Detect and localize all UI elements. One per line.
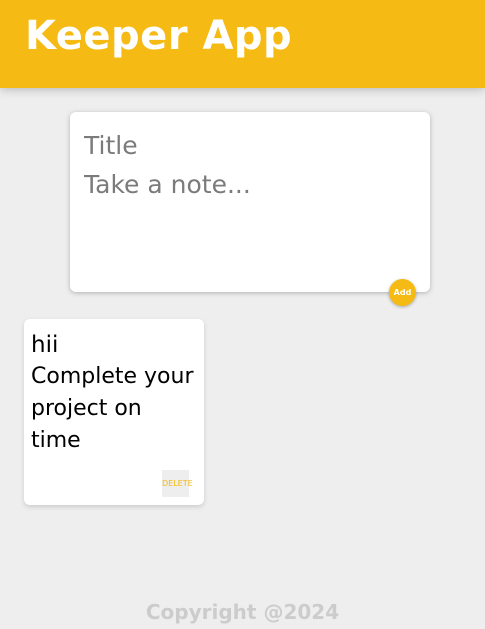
copyright-text: Copyright @2024: [145, 600, 340, 624]
footer: Copyright @2024: [0, 598, 485, 626]
note-title: hii: [31, 332, 59, 358]
note-title-input[interactable]: [84, 129, 414, 161]
app-title: Keeper App: [25, 13, 293, 59]
note-content: Complete your project on time: [31, 364, 194, 453]
create-note-form: [70, 112, 430, 292]
delete-note-button[interactable]: DELETE: [162, 470, 193, 497]
keeper-page: Keeper App Add hii Complete your project…: [0, 0, 485, 629]
note-content-input[interactable]: [84, 169, 414, 269]
app-header: Keeper App: [0, 0, 485, 88]
add-note-button[interactable]: Add: [389, 279, 416, 306]
note-card: hii Complete your project on time DELETE: [24, 319, 204, 505]
